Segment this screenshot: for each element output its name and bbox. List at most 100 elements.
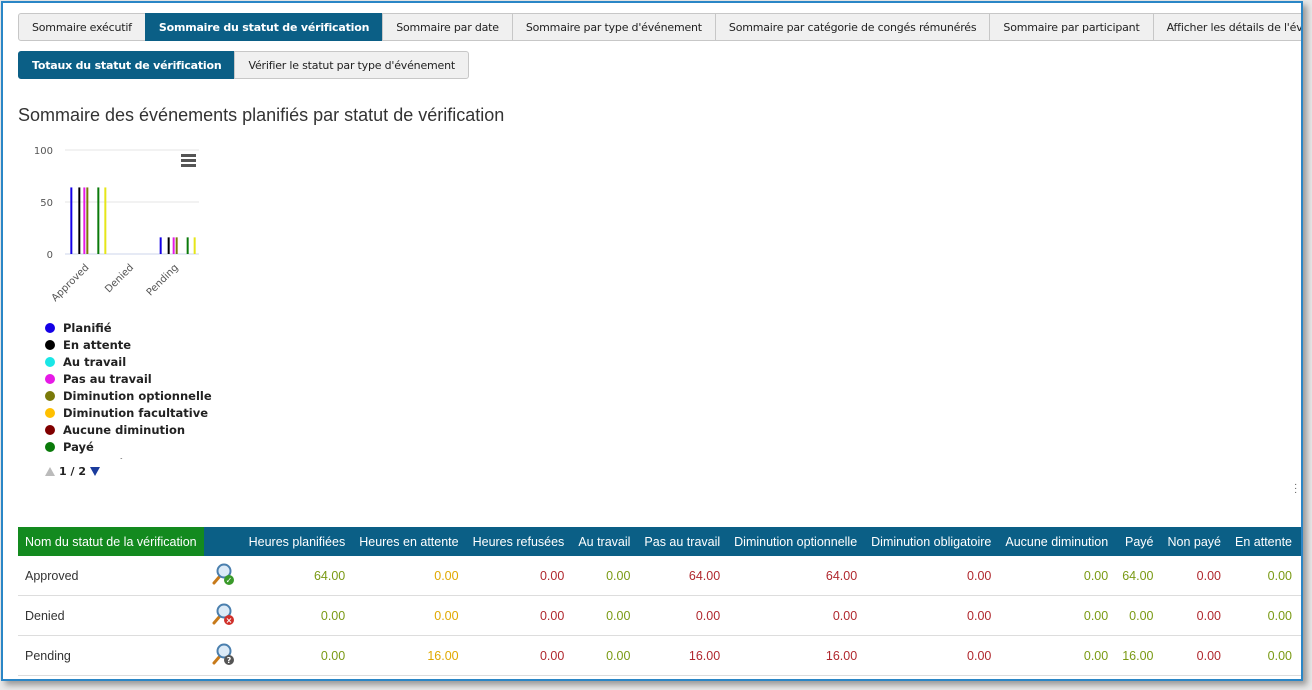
value-cell: 0.00: [465, 595, 572, 636]
tab-tabs_row1-5[interactable]: Sommaire par participant: [989, 13, 1154, 41]
legend-marker-icon: [45, 458, 55, 459]
tab-tabs_row2-1[interactable]: Vérifier le statut par type d'événement: [234, 51, 469, 79]
legend-next-icon[interactable]: [89, 467, 100, 476]
bar-approved-3[interactable]: [83, 187, 86, 254]
legend-marker-icon: [45, 356, 55, 367]
legend-pager[interactable]: 1 / 2: [45, 465, 100, 478]
value-cell: 64.00: [1115, 556, 1161, 596]
column-header[interactable]: Nom du statut de la vérification: [18, 527, 204, 556]
chart-legend: Planifié En attente Au travail Pas au trava…: [45, 319, 215, 459]
bar-pending-3[interactable]: [172, 237, 175, 254]
tab-tabs_row1-4[interactable]: Sommaire par catégorie de congés rémunér…: [714, 13, 991, 41]
column-header[interactable]: Au travail: [571, 527, 638, 556]
svg-text:?: ?: [226, 656, 231, 665]
bar-pending-7[interactable]: [186, 237, 189, 254]
value-cell-empty: [1299, 556, 1301, 596]
x-category-label: Approved: [50, 262, 92, 304]
value-cell: 16.00: [1115, 635, 1161, 676]
tab-tabs_row1-6[interactable]: Afficher les détails de l'événement: [1152, 13, 1301, 41]
column-header[interactable]: [203, 527, 242, 556]
legend-label: En attente: [63, 337, 132, 352]
more-options-icon[interactable]: · · ·: [1294, 480, 1297, 498]
column-header[interactable]: Pas e: [1299, 527, 1301, 556]
report-window: Sommaire exécutif Sommaire du statut de v…: [1, 1, 1303, 681]
value-cell: 0.00: [864, 595, 999, 636]
tab-tabs_row1-2[interactable]: Sommaire par date: [382, 13, 513, 41]
value-cell: 0.00: [1160, 595, 1229, 636]
bar-pending-1[interactable]: [167, 237, 170, 254]
legend-item[interactable]: Diminution optionnelle: [45, 387, 215, 404]
value-cell: 0.00: [998, 595, 1116, 636]
svg-text:×: ×: [225, 616, 232, 625]
bar-approved-0[interactable]: [70, 187, 73, 254]
value-cell: 0.00: [1228, 556, 1300, 596]
legend-item[interactable]: En attente: [45, 336, 215, 353]
value-cell: 64.00: [241, 556, 353, 596]
legend-label: Diminution facultative: [63, 405, 209, 420]
bar-approved-9[interactable]: [104, 187, 107, 254]
legend-item[interactable]: Payé: [45, 438, 215, 455]
tabs-primary: Sommaire exécutif Sommaire du statut de v…: [18, 13, 1301, 41]
legend-item[interactable]: Non payé: [45, 455, 215, 459]
column-header[interactable]: Heures planifiées: [241, 527, 353, 556]
value-cell: 0.00: [637, 595, 728, 636]
bar-approved-1[interactable]: [78, 187, 81, 254]
column-header[interactable]: En attente: [1228, 527, 1300, 556]
column-header[interactable]: Diminution obligatoire: [864, 527, 999, 556]
table-row[interactable]: Denied × 0.00 0.00 0.00 0.00 0.00 0.00 0.00 0.00 0…: [18, 595, 1301, 636]
value-cell: 16.00: [352, 635, 466, 676]
bar-pending-9[interactable]: [193, 237, 196, 254]
y-tick-label: 50: [40, 198, 53, 209]
denied-search-icon[interactable]: ×: [211, 602, 235, 626]
status-icon-cell: ✓: [203, 556, 242, 596]
column-header[interactable]: Heures en attente: [352, 527, 466, 556]
bar-approved-7[interactable]: [97, 187, 100, 254]
legend-label: Payé: [63, 439, 94, 454]
table-row[interactable]: Pending? 0.00 16.00 0.00 0.00 16.00 16.00 0.00 0…: [18, 635, 1301, 676]
value-cell: 64.00: [637, 556, 728, 596]
legend-marker-icon: [45, 322, 55, 333]
value-cell: 0.00: [864, 556, 999, 596]
legend-page-label: 1 / 2: [59, 465, 86, 478]
status-name-cell: Approved: [18, 556, 204, 596]
tabs-secondary: Totaux du statut de vérification Vérifier…: [18, 51, 469, 79]
legend-item[interactable]: Planifié: [45, 319, 215, 336]
column-header[interactable]: Heures refusées: [465, 527, 572, 556]
bar-pending-4[interactable]: [175, 237, 178, 254]
tab-tabs_row1-0[interactable]: Sommaire exécutif: [18, 13, 146, 41]
x-category-label: Denied: [103, 262, 136, 295]
tab-tabs_row2-0[interactable]: Totaux du statut de vérification: [18, 51, 236, 79]
value-cell: 0.00: [465, 635, 572, 676]
legend-label: Pas au travail: [63, 371, 152, 386]
tab-tabs_row1-1[interactable]: Sommaire du statut de vérification: [144, 13, 384, 41]
table-header-row: Nom du statut de la vérification Heures p…: [18, 527, 1301, 556]
table-row[interactable]: Approved ✓ 64.00 0.00 0.00 0.00 64.00 64.00 0.00…: [18, 556, 1301, 596]
legend-item[interactable]: Au travail: [45, 353, 215, 370]
approved-search-icon[interactable]: ✓: [211, 562, 235, 586]
legend-marker-icon: [45, 424, 55, 435]
column-header[interactable]: Non payé: [1160, 527, 1229, 556]
bar-approved-4[interactable]: [86, 187, 89, 254]
bar-pending-0[interactable]: [159, 237, 162, 254]
legend-item[interactable]: Pas au travail: [45, 370, 215, 387]
legend-marker-icon: [45, 407, 55, 418]
value-cell: 0.00: [571, 635, 638, 676]
value-cell: 64.00: [727, 556, 865, 596]
column-header[interactable]: Aucune diminution: [998, 527, 1116, 556]
column-header[interactable]: Payé: [1115, 527, 1161, 556]
legend-item[interactable]: Aucune diminution: [45, 421, 215, 438]
legend-marker-icon: [45, 441, 55, 452]
legend-marker-icon: [45, 339, 55, 350]
column-header[interactable]: Pas au travail: [637, 527, 728, 556]
column-header[interactable]: Diminution optionnelle: [727, 527, 865, 556]
legend-label: Diminution optionnelle: [63, 388, 212, 403]
legend-marker-icon: [45, 373, 55, 384]
chart-menu-icon[interactable]: [181, 154, 196, 167]
legend-item[interactable]: Diminution facultative: [45, 404, 215, 421]
legend-prev-icon[interactable]: [45, 467, 55, 476]
pending-search-icon[interactable]: ?: [211, 642, 235, 666]
tab-tabs_row1-3[interactable]: Sommaire par type d'événement: [511, 13, 716, 41]
value-cell: 0.00: [727, 595, 865, 636]
value-cell: 16.00: [637, 635, 728, 676]
legend-label: Au travail: [63, 354, 127, 369]
